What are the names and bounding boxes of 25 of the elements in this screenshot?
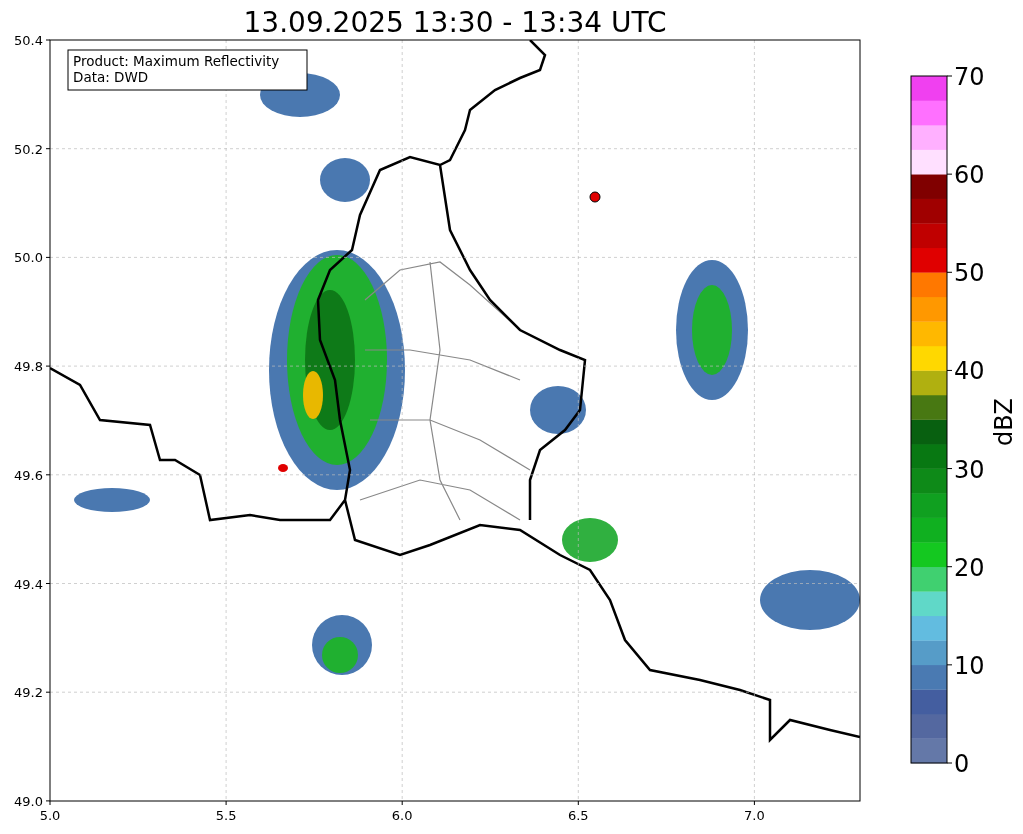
- info-text: Product: Maximum Reflectivity: [73, 53, 280, 69]
- colorbar-tick-label: 60: [954, 161, 985, 190]
- y-tick-label: 49.8: [14, 359, 43, 375]
- y-tick-label: 49.4: [14, 576, 43, 592]
- x-tick-label: 5.5: [215, 808, 237, 823]
- colorbar-tick-label: 30: [954, 455, 985, 484]
- colorbar-label: dBZ: [990, 397, 1018, 447]
- colorbar-tick-label: 50: [954, 259, 985, 288]
- y-tick-label: 49.6: [14, 467, 43, 483]
- info-text: Data: DWD: [73, 69, 149, 85]
- y-tick-label: 50.2: [14, 141, 43, 157]
- x-tick-label: 5.0: [39, 808, 61, 823]
- x-tick-label: 6.5: [567, 808, 589, 823]
- colorbar-tick-label: 10: [954, 651, 985, 680]
- y-tick-label: 49.2: [14, 685, 43, 701]
- y-tick-label: 50.4: [14, 33, 43, 48]
- x-tick-label: 7.0: [744, 808, 765, 823]
- colorbar-tick-label: 40: [954, 357, 985, 386]
- colorbar-tick-label: 70: [954, 63, 985, 91]
- colorbar-tick-label: 20: [954, 553, 985, 582]
- x-tick-label: 6.0: [391, 808, 413, 823]
- y-tick-label: 50.0: [14, 250, 43, 266]
- chart-title: 13.09.2025 13:30 - 13:34 UTC: [243, 6, 667, 39]
- y-tick-label: 49.0: [14, 793, 43, 809]
- colorbar-tick-label: 0: [954, 750, 970, 778]
